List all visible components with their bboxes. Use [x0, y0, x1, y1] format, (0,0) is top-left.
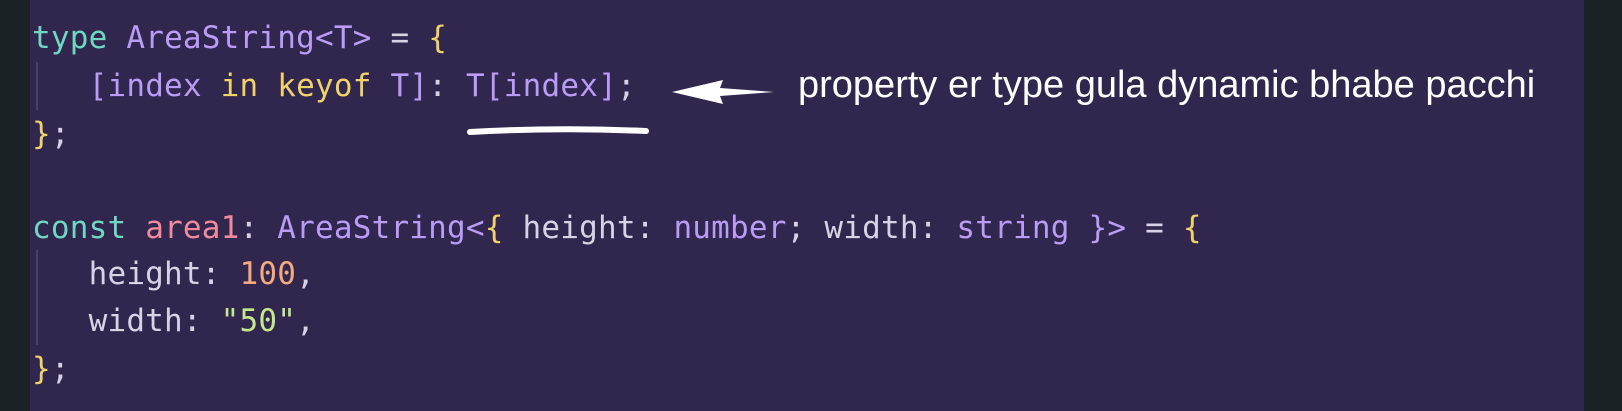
- underline-mark: [467, 126, 649, 135]
- annotation-label: property er type gula dynamic bhabe pacc…: [798, 64, 1536, 106]
- arrow-icon: [672, 80, 774, 104]
- annotation-overlay: [467, 80, 774, 135]
